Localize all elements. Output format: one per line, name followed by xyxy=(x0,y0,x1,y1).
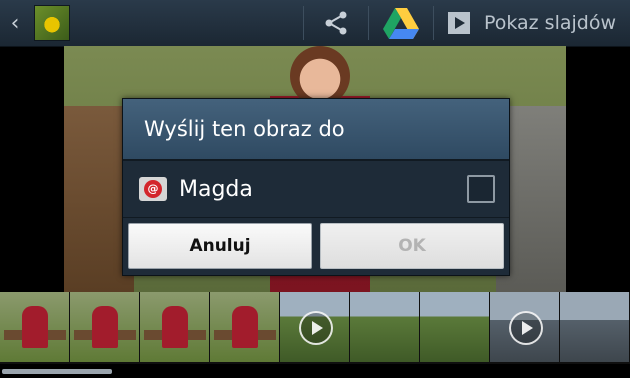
dialog-buttons: Anuluj OK xyxy=(123,218,509,269)
play-icon xyxy=(447,12,470,34)
person-head xyxy=(290,46,350,106)
recipient-option[interactable]: @ Magda xyxy=(123,161,509,218)
thumbnail[interactable] xyxy=(70,292,139,362)
share-button[interactable] xyxy=(304,0,368,46)
thumbnail[interactable] xyxy=(420,292,489,362)
dialog-title: Wyślij ten obraz do xyxy=(123,99,509,161)
filmstrip xyxy=(0,292,630,364)
email-icon: @ xyxy=(139,177,167,201)
recipient-label: Magda xyxy=(179,176,253,202)
filmstrip-scrollbar[interactable] xyxy=(0,365,630,378)
slideshow-label: Pokaz slajdów xyxy=(483,12,616,34)
play-icon xyxy=(299,311,333,345)
slideshow-button[interactable]: Pokaz slajdów xyxy=(434,0,630,46)
thumbnail[interactable] xyxy=(140,292,209,362)
album-thumbnail[interactable] xyxy=(34,5,70,41)
drive-button[interactable] xyxy=(369,0,433,46)
video-thumbnail[interactable] xyxy=(490,292,559,362)
scroll-thumb[interactable] xyxy=(2,369,112,374)
thumbnail[interactable] xyxy=(350,292,419,362)
thumbnail[interactable] xyxy=(210,292,279,362)
thumbnail[interactable] xyxy=(560,292,629,362)
play-icon xyxy=(509,311,543,345)
share-icon xyxy=(325,11,347,35)
share-dialog: Wyślij ten obraz do @ Magda Anuluj OK xyxy=(122,98,510,276)
back-button[interactable]: ‹ xyxy=(0,0,30,46)
cancel-button[interactable]: Anuluj xyxy=(128,223,312,269)
ok-button[interactable]: OK xyxy=(320,223,504,269)
recipient-checkbox[interactable] xyxy=(467,175,495,203)
action-bar: ‹ Pokaz slajdów xyxy=(0,0,630,47)
google-drive-icon xyxy=(382,8,419,39)
video-thumbnail[interactable] xyxy=(280,292,349,362)
thumbnail[interactable] xyxy=(0,292,69,362)
chevron-left-icon: ‹ xyxy=(10,10,20,36)
